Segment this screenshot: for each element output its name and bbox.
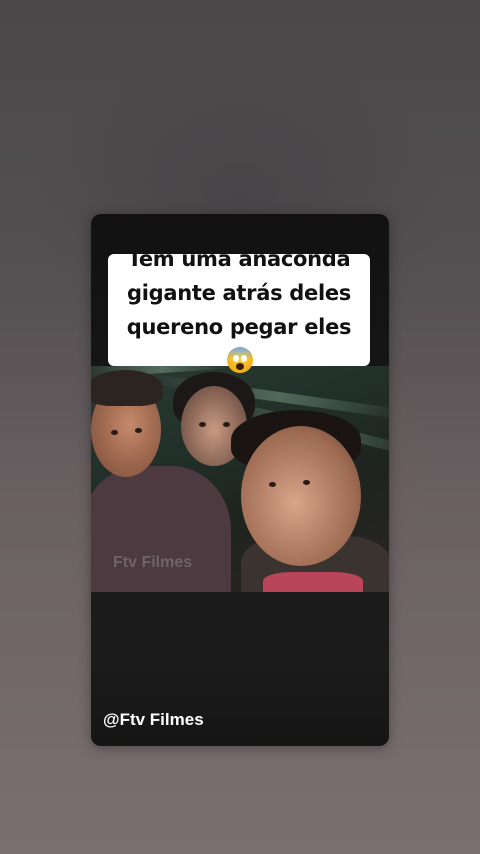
person-right-head [241,426,361,566]
video-watermark: Ftv Filmes [113,554,193,571]
caption-line-2: gigante atrás deles [126,281,352,305]
face-screaming-in-fear-icon [226,347,253,373]
caption-text: Tem uma anaconda gigante atrás deles que… [108,242,370,378]
caption-box: Tem uma anaconda gigante atrás deles que… [108,247,370,373]
caption-line-3: quereno pegar eles [114,310,364,378]
video-post[interactable]: Tem uma anaconda gigante atrás deles que… [91,214,389,746]
caption-line-3-text: quereno pegar eles [126,315,352,339]
video-frame[interactable]: Ftv Filmes [91,366,389,592]
person-left-body [91,466,231,592]
person-right-shirt [263,572,363,592]
caption-line-1: Tem uma anaconda [127,247,351,271]
username-label[interactable]: @Ftv Filmes [103,710,204,730]
